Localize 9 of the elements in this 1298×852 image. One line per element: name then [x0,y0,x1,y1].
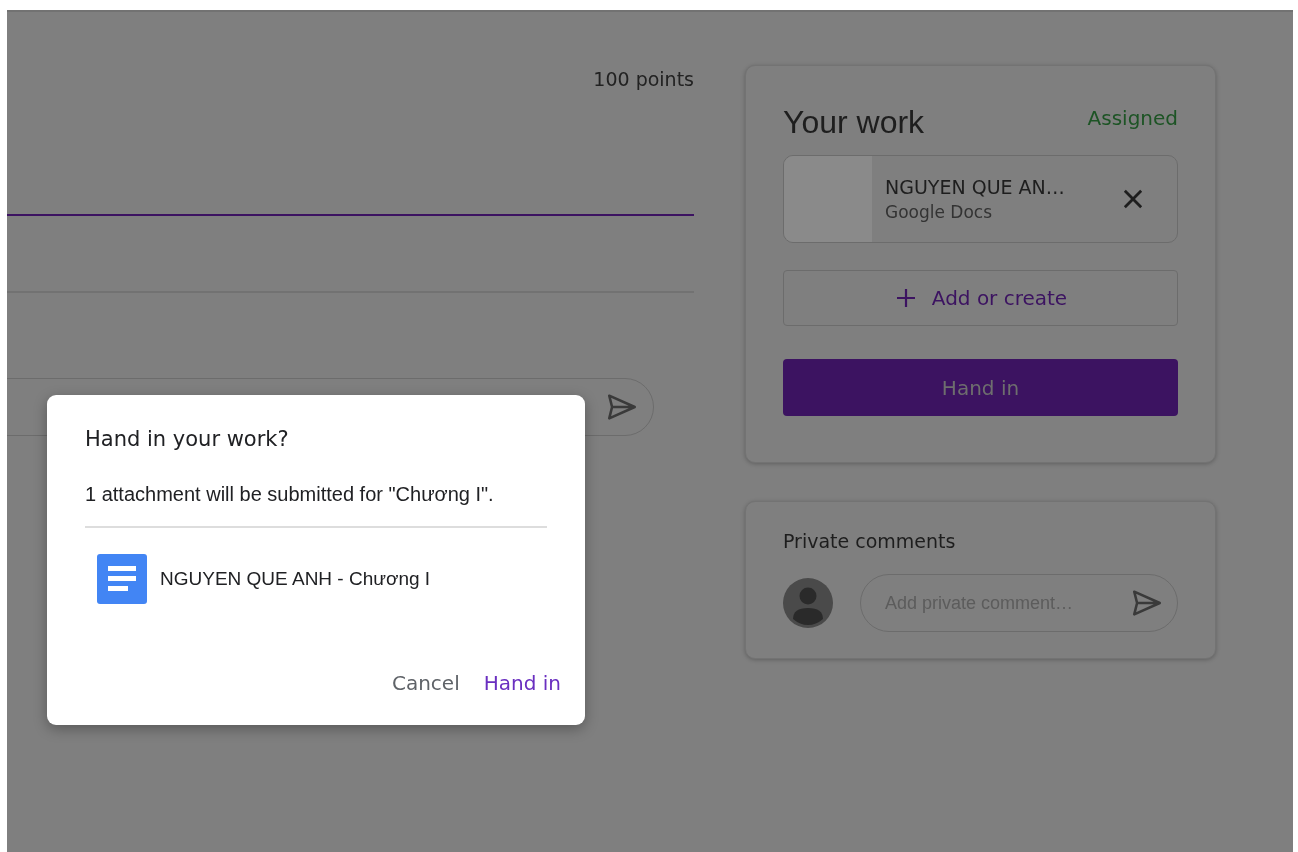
card-title: Private comments [783,530,957,552]
attachment-name: NGUYEN QUE AN… [885,176,1066,198]
dialog-message: 1 attachment will be submitted for "Chương I". [85,483,495,506]
points-label: 100 points [593,68,694,90]
file-name: NGUYEN QUE ANH - Chương I [160,568,431,590]
status-label: Assigned [1087,106,1178,130]
attachment-type: Google Docs [885,202,994,222]
card-title: Your work [783,104,925,141]
dialog-title: Hand in your work? [85,427,290,451]
